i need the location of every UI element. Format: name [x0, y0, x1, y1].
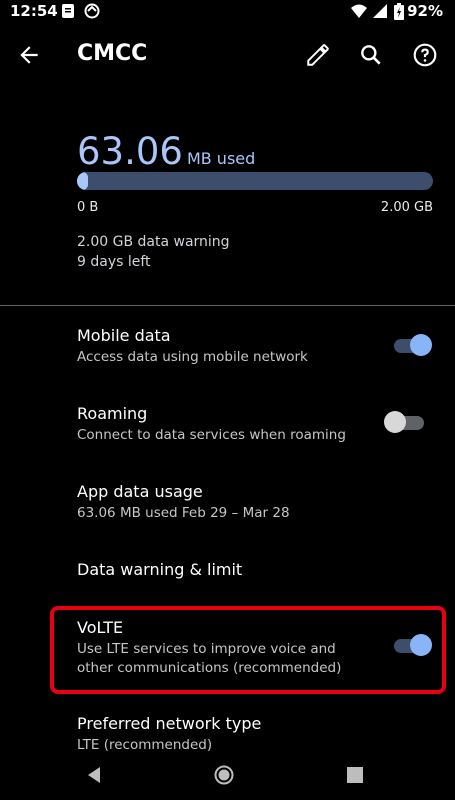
mobile-data-toggle[interactable]	[394, 334, 432, 356]
wifi-icon	[350, 3, 368, 23]
divider	[0, 305, 455, 306]
home-circle-icon[interactable]	[214, 765, 234, 785]
app-bar: CMCC	[0, 28, 455, 84]
usage-amount: 63.06	[77, 130, 183, 173]
setting-app-data-usage[interactable]: App data usage 63.06 MB used Feb 29 – Ma…	[77, 482, 377, 523]
data-usage-summary: 63.06 MB used 0 B 2.00 GB	[77, 130, 437, 215]
setting-title: Data warning & limit	[77, 560, 243, 579]
back-arrow-icon[interactable]	[16, 42, 42, 68]
usage-min-label: 0 B	[77, 200, 99, 215]
setting-title: Roaming	[77, 404, 148, 423]
highlight-box	[50, 606, 446, 694]
search-icon[interactable]	[358, 42, 384, 68]
setting-subtitle: Access data using mobile network	[77, 349, 308, 365]
setting-preferred-network-type[interactable]: Preferred network type LTE (recommended)	[77, 714, 377, 755]
navigation-bar	[0, 755, 455, 800]
setting-subtitle: LTE (recommended)	[77, 737, 213, 753]
help-icon[interactable]	[412, 42, 438, 68]
back-triangle-icon[interactable]	[84, 765, 104, 785]
setting-data-warning-limit[interactable]: Data warning & limit	[77, 560, 377, 579]
sim-card-icon	[60, 3, 76, 23]
setting-title: App data usage	[77, 482, 203, 501]
roaming-toggle[interactable]	[384, 411, 424, 433]
sync-icon	[84, 3, 100, 23]
battery-icon	[394, 3, 404, 24]
status-time: 12:54	[10, 2, 58, 20]
usage-progress-fill	[77, 172, 88, 190]
signal-icon	[372, 3, 388, 23]
usage-max-label: 2.00 GB	[380, 200, 433, 215]
battery-percentage: 92%	[407, 2, 443, 20]
setting-mobile-data[interactable]: Mobile data Access data using mobile net…	[77, 326, 377, 367]
setting-roaming[interactable]: Roaming Connect to data services when ro…	[77, 404, 377, 445]
setting-subtitle: 63.06 MB used Feb 29 – Mar 28	[77, 505, 290, 521]
setting-title: Mobile data	[77, 326, 171, 345]
setting-title: Preferred network type	[77, 714, 262, 733]
page-title: CMCC	[77, 41, 148, 66]
recents-square-icon[interactable]	[345, 765, 365, 785]
setting-subtitle: Connect to data services when roaming	[77, 427, 346, 443]
data-warning-label: 2.00 GB data warning	[77, 234, 230, 250]
data-warning-info: 2.00 GB data warning 9 days left	[77, 232, 230, 272]
toggle-thumb	[384, 411, 406, 433]
edit-pencil-icon[interactable]	[305, 42, 331, 68]
usage-progress-bar	[77, 172, 433, 190]
usage-unit: MB used	[186, 149, 256, 168]
toggle-thumb	[410, 334, 432, 356]
days-left-label: 9 days left	[77, 254, 151, 270]
status-bar: 12:54 92%	[0, 0, 455, 24]
